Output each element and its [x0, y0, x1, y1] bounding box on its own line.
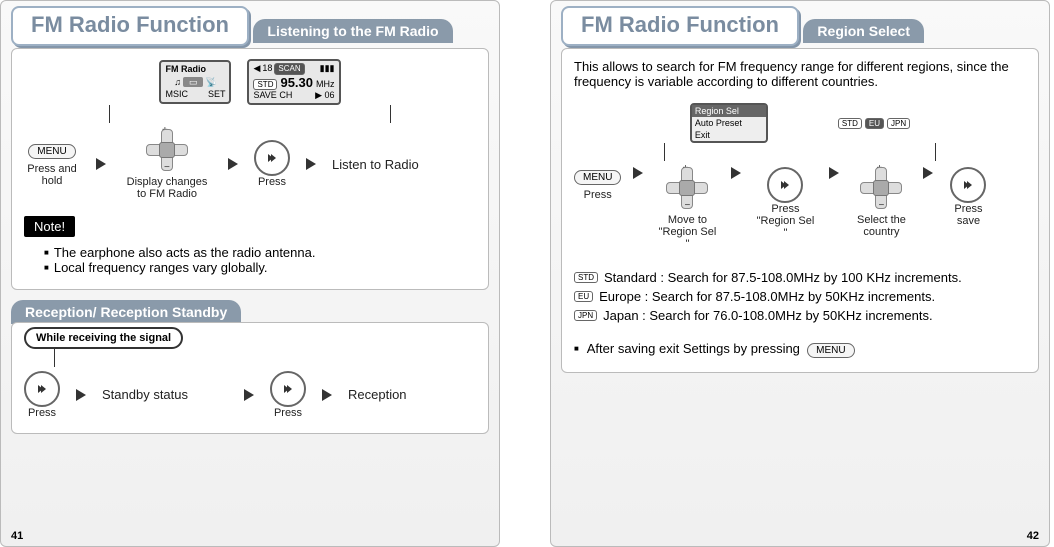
display-changes-caption: Display changes to FM Radio [122, 176, 212, 200]
reception-caption: Reception [348, 387, 407, 402]
note-item: Local frequency ranges vary globally. [44, 260, 476, 275]
region-menu-item: Auto Preset [692, 117, 766, 129]
freq-value: 95.30 [280, 75, 313, 91]
pointer-line [664, 143, 665, 161]
page-41: FM Radio Function Listening to the FM Ra… [0, 0, 500, 547]
move-to-caption: Move to "Region Sel " [655, 214, 719, 250]
pointer-line [109, 105, 110, 123]
press-caption: Press [574, 189, 621, 201]
play-button[interactable] [767, 167, 803, 203]
note-label: Note! [24, 216, 75, 237]
arrow-icon [306, 158, 316, 170]
pointer-line [390, 105, 391, 123]
arrow-icon [633, 167, 643, 179]
section-region: This allows to search for FM frequency r… [561, 48, 1039, 373]
arrow-icon [322, 389, 332, 401]
eu-badge: EU [574, 291, 593, 302]
arrow-icon [228, 158, 238, 170]
fm-radio-screen: FM Radio ♫ ▭ 📡 MSIC SET [159, 60, 231, 104]
press-region-caption: Press "Region Sel " [753, 203, 817, 239]
antenna-icon: 📡 [205, 77, 216, 88]
arrow-icon [923, 167, 933, 179]
pointer-line [54, 349, 55, 367]
section-listening-tab: Listening to the FM Radio [253, 19, 452, 43]
section-region-tab: Region Select [803, 19, 924, 43]
std-badge: STD [838, 118, 862, 129]
menu-button[interactable]: MENU [574, 170, 621, 185]
press-caption: Press [24, 407, 60, 419]
section-reception: While receiving the signal Press Standby… [11, 322, 489, 434]
std-badge: STD [574, 272, 598, 283]
ch-num: 06 [325, 90, 335, 100]
arrow-icon [76, 389, 86, 401]
radio-tile-icon: ▭ [183, 77, 204, 88]
arrow-icon [731, 167, 741, 179]
page-42: FM Radio Function Region Select This all… [550, 0, 1050, 547]
scan-badge: SCAN [274, 63, 304, 75]
std-badge: STD [253, 79, 277, 91]
standby-caption: Standby status [102, 387, 188, 402]
jpn-badge: JPN [887, 118, 910, 129]
select-country-caption: Select the country [851, 214, 911, 238]
mode-desc: Japan : Search for 76.0-108.0MHz by 50KH… [603, 308, 933, 323]
screen-msic: MSIC [165, 89, 188, 100]
arrow-icon [829, 167, 839, 179]
freq-unit: MHz [316, 79, 335, 90]
menu-button[interactable]: MENU [28, 144, 75, 159]
section-listening: FM Radio ♫ ▭ 📡 MSIC SET ◀ 18 SCAN ▮▮▮ [11, 48, 489, 290]
arrow-icon [96, 158, 106, 170]
page-title: FM Radio Function [11, 6, 249, 46]
mode-desc: Europe : Search for 87.5-108.0MHz by 50K… [599, 289, 935, 304]
signal-callout: While receiving the signal [24, 327, 183, 349]
dpad[interactable]: +− [146, 129, 188, 171]
dpad[interactable]: +− [666, 167, 708, 209]
preset-num: 18 [262, 63, 272, 74]
mode-desc: Standard : Search for 87.5-108.0MHz by 1… [604, 270, 962, 285]
exit-note: After saving exit Settings by pressing [587, 341, 800, 356]
jpn-badge: JPN [574, 310, 597, 321]
page-number: 41 [11, 530, 23, 542]
region-intro: This allows to search for FM frequency r… [574, 59, 1026, 89]
fm-freq-screen: ◀ 18 SCAN ▮▮▮ STD 95.30 MHz SAVE CH ▶ 06 [247, 59, 340, 105]
play-button[interactable] [950, 167, 986, 203]
menu-button[interactable]: MENU [807, 343, 854, 358]
page-number: 42 [1027, 530, 1039, 542]
region-menu: Region Sel Auto Preset Exit [690, 103, 768, 143]
press-hold-caption: Press and hold [24, 163, 80, 187]
region-menu-item: Exit [692, 129, 766, 141]
screen-title: FM Radio [165, 64, 225, 75]
play-button[interactable] [270, 371, 306, 407]
arrow-icon [244, 389, 254, 401]
note-item: The earphone also acts as the radio ante… [44, 245, 476, 260]
page-title: FM Radio Function [561, 6, 799, 46]
dpad[interactable]: +− [860, 167, 902, 209]
listen-caption: Listen to Radio [332, 157, 419, 172]
press-caption: Press [270, 407, 306, 419]
pointer-line [935, 143, 936, 161]
eu-badge: EU [865, 118, 884, 129]
screen-set: SET [208, 89, 226, 100]
region-menu-header: Region Sel [692, 105, 766, 117]
press-save-caption: Press save [945, 203, 991, 227]
save-ch-label: SAVE CH [253, 90, 292, 101]
music-note-icon: ♫ [174, 77, 181, 88]
play-button[interactable] [24, 371, 60, 407]
press-caption: Press [254, 176, 290, 188]
play-button[interactable] [254, 140, 290, 176]
section-reception-tab: Reception/ Reception Standby [11, 300, 241, 324]
